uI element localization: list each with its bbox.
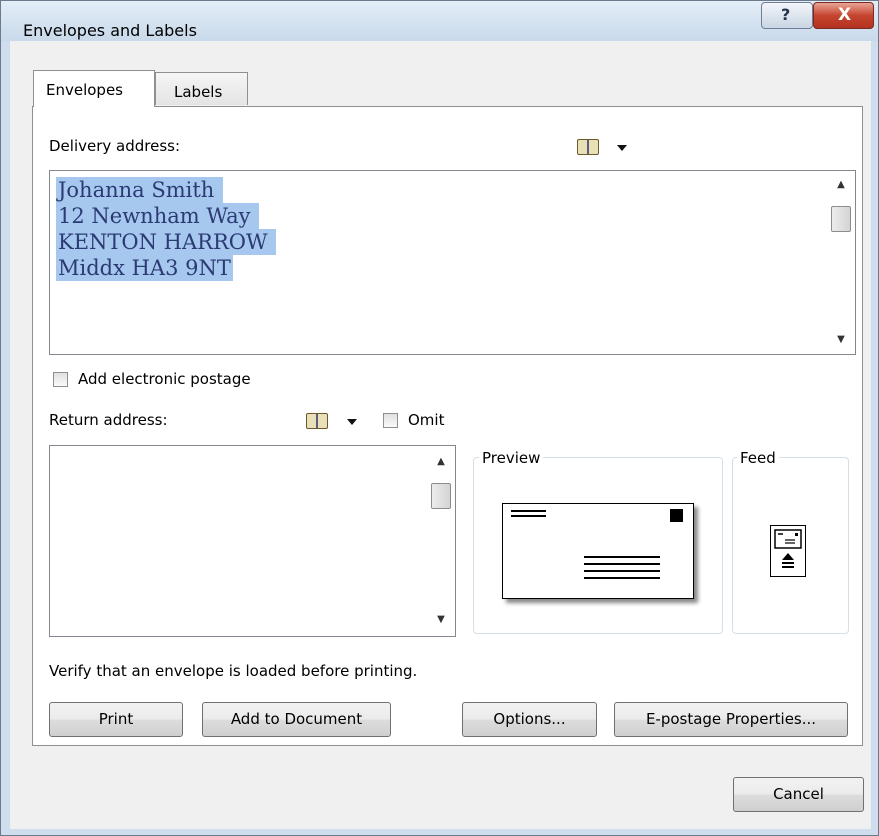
delivery-address-line-preview [584,570,660,572]
tab-labels-label: Labels [174,83,223,101]
preview-label: Preview [479,449,544,467]
add-electronic-postage-label: Add electronic postage [78,370,251,388]
address-book-icon[interactable] [306,413,328,429]
close-button[interactable]: X [813,2,874,29]
delivery-address-line-preview [584,563,660,565]
return-address-line [511,510,546,512]
close-icon: X [838,5,852,25]
help-button[interactable]: ? [761,2,813,29]
scroll-up-icon[interactable]: ▲ [428,453,454,471]
return-address-label: Return address: [49,411,168,429]
return-address-field[interactable]: ▲ ▼ [49,445,456,637]
return-address-line [511,515,546,517]
delivery-address-line: Johanna Smith [56,177,224,203]
omit-checkbox[interactable] [383,413,398,428]
scroll-thumb[interactable] [831,206,851,232]
scroll-down-icon[interactable]: ▼ [828,331,854,349]
delivery-address-line: 12 Newnham Way [56,203,260,229]
tab-envelopes[interactable]: Envelopes [33,70,155,107]
delivery-scrollbar[interactable]: ▲ ▼ [828,172,854,353]
verify-envelope-text: Verify that an envelope is loaded before… [49,662,418,680]
stamp-icon [670,509,683,522]
delivery-address-label: Delivery address: [49,137,181,155]
window-title: Envelopes and Labels [23,21,197,40]
cancel-button[interactable]: Cancel [733,777,864,812]
scroll-up-icon[interactable]: ▲ [828,176,854,194]
envelope-feed-glyph [774,529,802,568]
scroll-down-icon[interactable]: ▼ [428,611,454,629]
add-to-document-button[interactable]: Add to Document [202,702,391,737]
scroll-thumb[interactable] [431,483,451,509]
options-button[interactable]: Options... [462,702,597,737]
delivery-address-line: KENTON HARROW [56,229,277,255]
chevron-down-icon[interactable] [347,419,357,425]
chevron-down-icon[interactable] [617,145,627,151]
epostage-properties-button[interactable]: E-postage Properties... [614,702,848,737]
envelope-preview[interactable] [502,503,694,599]
print-button[interactable]: Print [49,702,183,737]
feed-label: Feed [737,449,779,467]
delivery-address-line-preview [584,556,660,558]
delivery-address-line: Middx HA3 9NT [56,255,233,281]
address-book-icon[interactable] [577,139,599,155]
help-icon: ? [781,5,791,24]
envelope-feed-icon[interactable] [770,525,806,577]
omit-label: Omit [408,411,445,429]
delivery-address-field[interactable]: Johanna Smith 12 Newnham Way KENTON HARR… [49,170,856,355]
add-electronic-postage-checkbox[interactable] [53,372,68,387]
tab-labels[interactable]: Labels [155,72,248,105]
tab-envelopes-label: Envelopes [46,81,123,99]
return-scrollbar[interactable]: ▲ ▼ [428,447,454,635]
title-bar: Envelopes and Labels ? X [1,1,878,41]
delivery-address-line-preview [584,577,660,579]
